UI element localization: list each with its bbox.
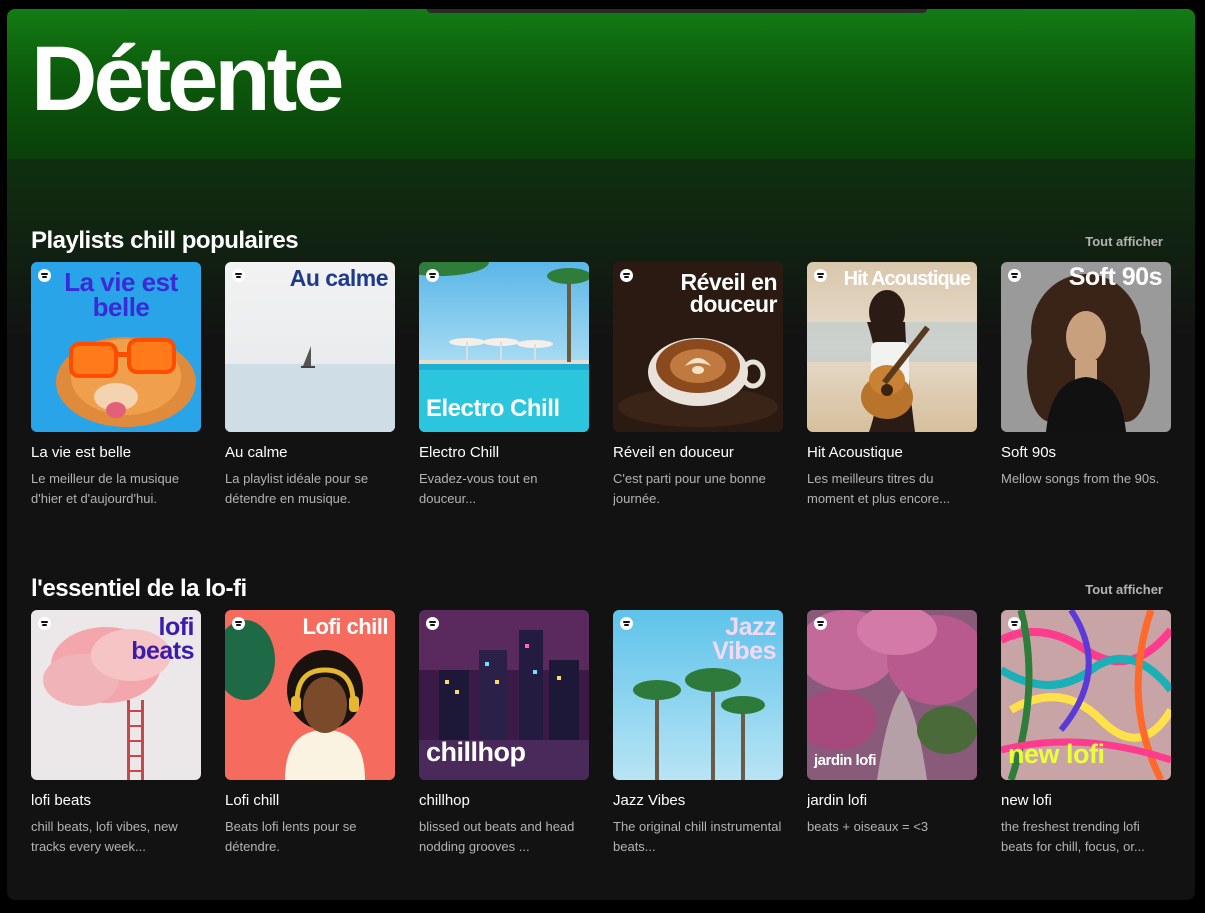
playlist-cover[interactable]: Electro Chill [419, 262, 589, 432]
cover-title: Réveil en douceur [680, 269, 778, 317]
spotify-logo-icon [1008, 269, 1021, 282]
playlist-cover[interactable]: lofi beats [31, 610, 201, 780]
playlist-cover[interactable]: new lofi [1001, 610, 1171, 780]
playlist-cover[interactable]: chillhop [419, 610, 589, 780]
card-description: blissed out beats and head nodding groov… [419, 819, 575, 854]
spotify-logo-icon [426, 269, 439, 282]
cover-title: La vie est belle [64, 267, 178, 322]
cover-title: Au calme [289, 265, 389, 291]
spotify-logo-icon [38, 617, 51, 630]
playlist-cover[interactable]: Jazz Vibes [613, 610, 783, 780]
cover-title: lofi beats [131, 613, 194, 665]
card-description: the freshest trending lofi beats for chi… [1001, 819, 1145, 854]
cover-title: Jazz Vibes [712, 613, 776, 665]
section-title: l'essentiel de la lo-fi [31, 575, 247, 602]
playlist-card-hit-acoustique[interactable]: Hit Acoustique Hit Acoustique Les meille… [807, 262, 977, 509]
page-title: Détente [31, 28, 344, 130]
playlist-card-lofi-beats[interactable]: lofi beats lofi beats chill beats, lofi … [31, 610, 201, 857]
spotify-logo-icon [620, 617, 633, 630]
card-description: Beats lofi lents pour se détendre. [225, 819, 357, 854]
spotify-logo-icon [232, 269, 245, 282]
card-title[interactable]: Réveil en douceur [613, 444, 783, 461]
playlist-cover[interactable]: Au calme [225, 262, 395, 432]
cover-title: Lofi chill [302, 614, 389, 639]
playlist-card-jazz-vibes[interactable]: Jazz Vibes Jazz Vibes The original chill… [613, 610, 783, 857]
playlist-cover[interactable]: Soft 90s [1001, 262, 1171, 432]
card-description: Les meilleurs titres du moment et plus e… [807, 471, 951, 506]
card-title[interactable]: Lofi chill [225, 792, 395, 809]
card-title[interactable]: new lofi [1001, 792, 1171, 809]
card-description: C'est parti pour une bonne journée. [613, 471, 766, 506]
section-title: Playlists chill populaires [31, 227, 299, 254]
card-title[interactable]: Hit Acoustique [807, 444, 977, 461]
playlist-card-new-lofi[interactable]: new lofi new lofi the freshest trending … [1001, 610, 1171, 857]
card-title[interactable]: lofi beats [31, 792, 201, 809]
playlist-card-chillhop[interactable]: chillhop chillhop blissed out beats and … [419, 610, 589, 857]
playlist-card-lofi-chill[interactable]: Lofi chill Lofi chill Beats lofi lents p… [225, 610, 395, 857]
playlist-card-reveil-en-douceur[interactable]: Réveil en douceur Réveil en douceur C'es… [613, 262, 783, 509]
cover-title: new lofi [1008, 739, 1105, 769]
card-title[interactable]: Jazz Vibes [613, 792, 783, 809]
card-title[interactable]: Au calme [225, 444, 395, 461]
playlist-card-la-vie-est-belle[interactable]: La vie est belle La vie est belle Le mei… [31, 262, 201, 509]
card-description: Mellow songs from the 90s. [1001, 471, 1160, 486]
playlist-card-soft-90s[interactable]: Soft 90s Soft 90s Mellow songs from the … [1001, 262, 1171, 509]
card-description: chill beats, lofi vibes, new tracks ever… [31, 819, 178, 854]
hero-header: Détente [7, 9, 1195, 159]
spotify-logo-icon [620, 269, 633, 282]
card-row: La vie est belle La vie est belle Le mei… [31, 262, 1171, 509]
card-description: The original chill instrumental beats... [613, 819, 782, 854]
spotify-logo-icon [814, 617, 827, 630]
playlist-cover[interactable]: Réveil en douceur [613, 262, 783, 432]
playlist-cover[interactable]: La vie est belle [31, 262, 201, 432]
card-description: Le meilleur de la musique d'hier et d'au… [31, 471, 180, 506]
cover-title: Soft 90s [1068, 263, 1163, 291]
card-title[interactable]: chillhop [419, 792, 589, 809]
spotify-logo-icon [38, 269, 51, 282]
playlist-cover[interactable]: jardin lofi [807, 610, 977, 780]
show-all-link[interactable]: Tout afficher [1085, 234, 1163, 249]
cover-title: Hit Acoustique [843, 268, 971, 290]
spotify-logo-icon [814, 269, 827, 282]
cover-title: jardin lofi [814, 752, 877, 769]
card-description: La playlist idéale pour se détendre en m… [225, 471, 369, 506]
card-title[interactable]: La vie est belle [31, 444, 201, 461]
top-bar [427, 9, 927, 13]
spotify-logo-icon [232, 617, 245, 630]
cover-title: chillhop [426, 737, 526, 767]
playlist-card-electro-chill[interactable]: Electro Chill Electro Chill Evadez-vous … [419, 262, 589, 509]
spotify-logo-icon [1008, 617, 1021, 630]
playlist-cover[interactable]: Hit Acoustique [807, 262, 977, 432]
playlist-card-jardin-lofi[interactable]: jardin lofi jardin lofi beats + oiseaux … [807, 610, 977, 857]
show-all-link[interactable]: Tout afficher [1085, 582, 1163, 597]
card-title[interactable]: jardin lofi [807, 792, 977, 809]
main-view: Détente Playlists chill populaires Tout … [7, 9, 1195, 900]
card-title[interactable]: Electro Chill [419, 444, 589, 461]
playlist-cover[interactable]: Lofi chill [225, 610, 395, 780]
card-description: Evadez-vous tout en douceur... [419, 471, 538, 506]
card-title[interactable]: Soft 90s [1001, 444, 1171, 461]
card-description: beats + oiseaux = <3 [807, 819, 929, 834]
card-row: lofi beats lofi beats chill beats, lofi … [31, 610, 1171, 857]
cover-title: Electro Chill [426, 395, 560, 422]
spotify-logo-icon [426, 617, 439, 630]
playlist-card-au-calme[interactable]: Au calme Au calme La playlist idéale pou… [225, 262, 395, 509]
